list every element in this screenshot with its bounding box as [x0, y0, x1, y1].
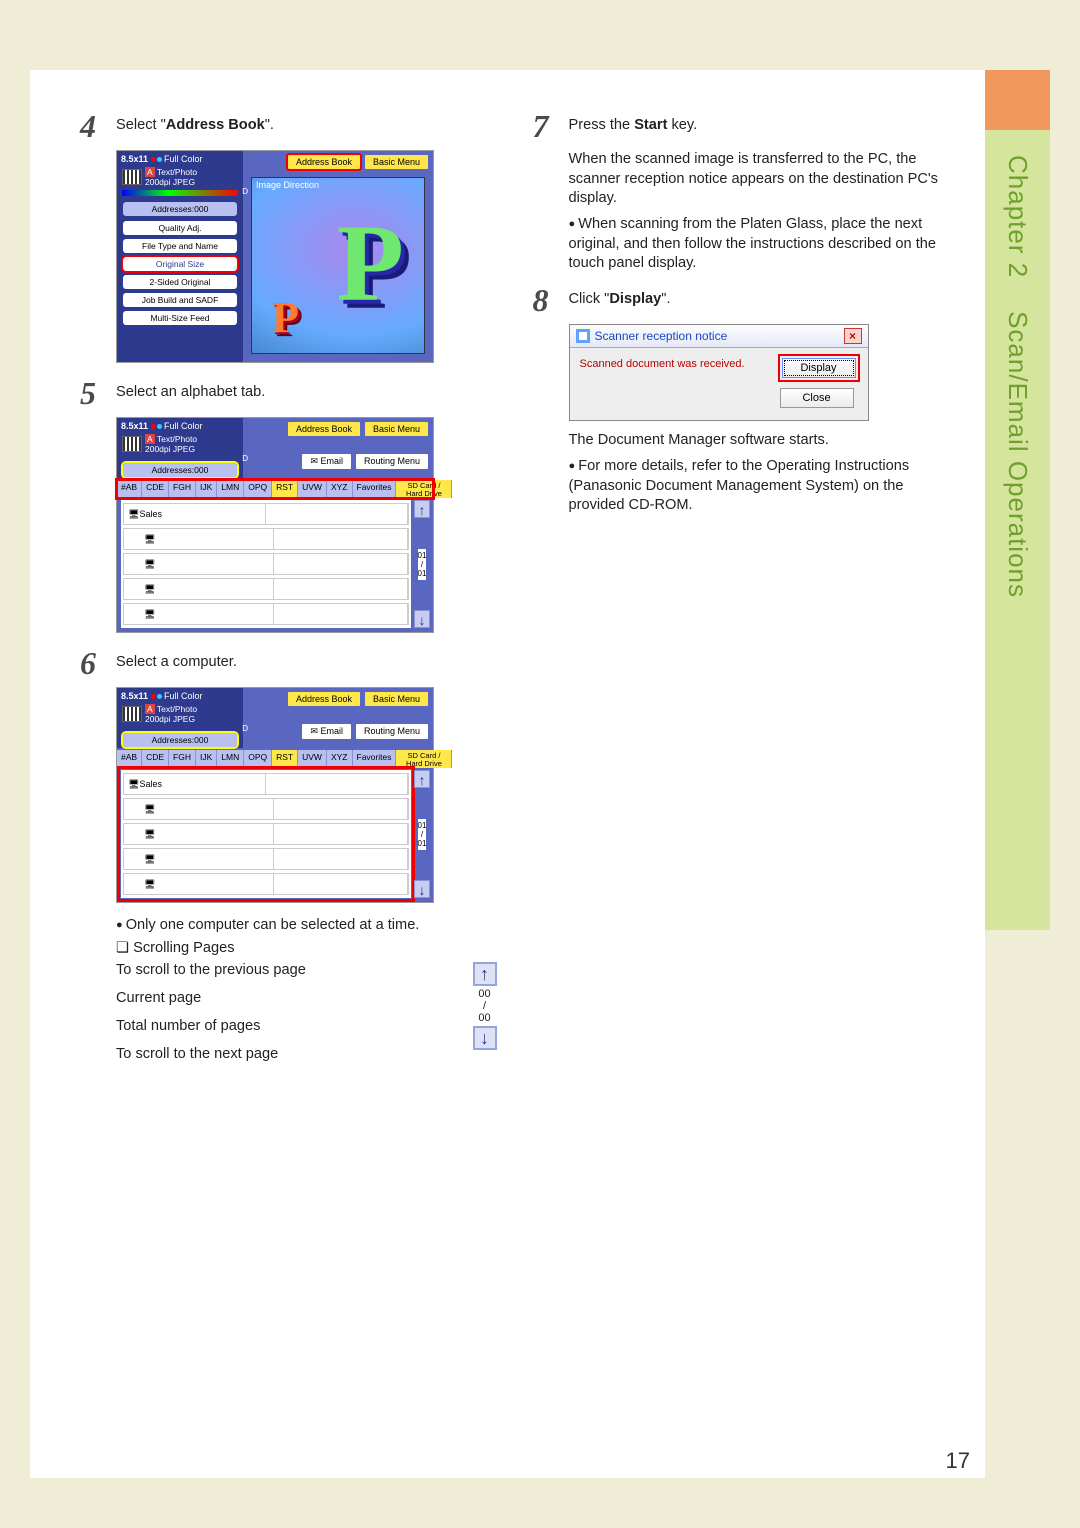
list-item[interactable]: [123, 553, 409, 575]
scroll-down-button[interactable]: ↓: [414, 880, 430, 898]
list-item[interactable]: Sales: [123, 503, 409, 525]
alpha-tab[interactable]: #AB: [117, 480, 142, 498]
pager-prev-label: To scroll to the previous page: [116, 962, 306, 978]
step-5-text: Select an alphabet tab.: [116, 377, 265, 403]
two-sided-original-button[interactable]: 2-Sided Original: [123, 275, 237, 289]
step-number-4: 4: [80, 110, 116, 142]
scrolling-pages-title: Scrolling Pages: [116, 939, 503, 956]
original-size-button[interactable]: Original Size: [123, 257, 237, 271]
sd-card-tab[interactable]: SD Card / Hard Drive: [396, 750, 452, 768]
list-item[interactable]: [123, 578, 409, 600]
list-item[interactable]: [123, 848, 409, 870]
dialog-title: Scanner reception notice: [595, 329, 728, 343]
step-number-6: 6: [80, 647, 116, 679]
alphabet-tabs: #AB CDE FGH IJK LMN OPQ RST UVW XYZ Favo…: [117, 480, 433, 498]
alpha-tab[interactable]: XYZ: [327, 750, 353, 768]
alphabet-tabs: #AB CDE FGH IJK LMN OPQ RST UVW XYZ Favo…: [117, 750, 433, 768]
email-button[interactable]: Email: [302, 724, 351, 739]
addresses-button[interactable]: Addresses:000: [123, 202, 237, 216]
step-7-bullet: When scanning from the Platen Glass, pla…: [569, 215, 956, 274]
addresses-button[interactable]: Addresses:000: [123, 733, 237, 747]
dialog-icon: [576, 329, 590, 343]
alpha-tab[interactable]: IJK: [196, 480, 217, 498]
list-item[interactable]: [123, 603, 409, 625]
alpha-tab[interactable]: UVW: [298, 750, 327, 768]
email-button[interactable]: Email: [302, 454, 351, 469]
scroll-up-button[interactable]: ↑: [473, 962, 497, 986]
step-6-text: Select a computer.: [116, 647, 237, 673]
routing-menu-button[interactable]: Routing Menu: [356, 724, 428, 739]
step-number-5: 5: [80, 377, 116, 409]
basic-menu-tab[interactable]: Basic Menu: [365, 155, 428, 169]
favorites-tab[interactable]: Favorites: [353, 480, 397, 498]
image-direction-label: Image Direction: [256, 180, 319, 190]
step-7-para: When the scanned image is transferred to…: [569, 150, 956, 209]
alpha-tab[interactable]: OPQ: [244, 480, 272, 498]
favorites-tab[interactable]: Favorites: [353, 750, 397, 768]
display-button[interactable]: Display: [782, 358, 856, 378]
scanner-reception-dialog: Scanner reception notice × Scanned docum…: [569, 324, 869, 421]
alpha-tab[interactable]: CDE: [142, 750, 169, 768]
step-7-text: Press the Start key.: [569, 110, 698, 136]
multi-size-feed-button[interactable]: Multi-Size Feed: [123, 311, 237, 325]
file-type-name-button[interactable]: File Type and Name: [123, 239, 237, 253]
alpha-tab[interactable]: #AB: [117, 750, 142, 768]
list-item[interactable]: [123, 823, 409, 845]
basic-menu-tab[interactable]: Basic Menu: [365, 422, 428, 436]
list-item[interactable]: Sales: [123, 773, 409, 795]
basic-menu-tab[interactable]: Basic Menu: [365, 692, 428, 706]
job-build-sadf-button[interactable]: Job Build and SADF: [123, 293, 237, 307]
alpha-tab[interactable]: LMN: [217, 750, 244, 768]
page-number: 17: [946, 1448, 970, 1474]
quality-adj-button[interactable]: Quality Adj.: [123, 221, 237, 235]
alpha-tab[interactable]: LMN: [217, 480, 244, 498]
list-item[interactable]: [123, 798, 409, 820]
sd-card-tab[interactable]: SD Card / Hard Drive: [396, 480, 452, 498]
alpha-tab[interactable]: UVW: [298, 480, 327, 498]
alphabet-tab-screenshot: 8.5x11 Full Color A Text/Photo 200dpi JP…: [116, 417, 434, 633]
alpha-tab[interactable]: XYZ: [327, 480, 353, 498]
pager-next-label: To scroll to the next page: [116, 1046, 278, 1062]
pager-total-label: Total number of pages: [116, 1018, 260, 1034]
address-book-tab[interactable]: Address Book: [288, 155, 360, 169]
alpha-tab[interactable]: OPQ: [244, 750, 272, 768]
step-4-text: Select "Address Book".: [116, 110, 274, 136]
computer-list: Sales: [121, 770, 411, 898]
mfp-address-book-screenshot: 8.5x11 Full Color A Text/Photo 200dpi JP…: [116, 150, 434, 363]
addresses-button[interactable]: Addresses:000: [123, 463, 237, 477]
pager-current-label: Current page: [116, 990, 201, 1006]
step-number-8: 8: [533, 284, 569, 316]
scroll-up-button[interactable]: ↑: [414, 770, 430, 788]
scrolling-pages-diagram: To scroll to the previous page Current p…: [116, 962, 503, 1074]
list-item[interactable]: [123, 528, 409, 550]
routing-menu-button[interactable]: Routing Menu: [356, 454, 428, 469]
chapter-title: Chapter 2 Scan/Email Operations: [1002, 155, 1033, 598]
alpha-tab[interactable]: RST: [272, 750, 298, 768]
dialog-message: Scanned document was received.: [580, 356, 766, 408]
alpha-tab[interactable]: RST: [272, 480, 298, 498]
select-computer-screenshot: 8.5x11 Full Color A Text/Photo 200dpi JP…: [116, 687, 434, 903]
step-8-bullet: For more details, refer to the Operating…: [569, 457, 956, 516]
step-number-7: 7: [533, 110, 569, 142]
scroll-up-button[interactable]: ↑: [414, 500, 430, 518]
scroll-down-button[interactable]: ↓: [414, 610, 430, 628]
chapter-tab: Chapter 2 Scan/Email Operations: [985, 70, 1050, 930]
step-8-after: The Document Manager software starts.: [569, 431, 956, 451]
alpha-tab[interactable]: FGH: [169, 480, 196, 498]
alpha-tab[interactable]: FGH: [169, 750, 196, 768]
alpha-tab[interactable]: IJK: [196, 750, 217, 768]
list-item[interactable]: [123, 873, 409, 895]
scroll-down-button[interactable]: ↓: [473, 1026, 497, 1050]
address-book-tab[interactable]: Address Book: [288, 692, 360, 706]
close-button[interactable]: Close: [780, 388, 854, 408]
address-book-tab[interactable]: Address Book: [288, 422, 360, 436]
step-6-bullet: Only one computer can be selected at a t…: [116, 917, 503, 933]
alpha-tab[interactable]: CDE: [142, 480, 169, 498]
computer-list: Sales: [121, 500, 411, 628]
dialog-close-button[interactable]: ×: [844, 328, 862, 344]
step-8-text: Click "Display".: [569, 284, 671, 310]
